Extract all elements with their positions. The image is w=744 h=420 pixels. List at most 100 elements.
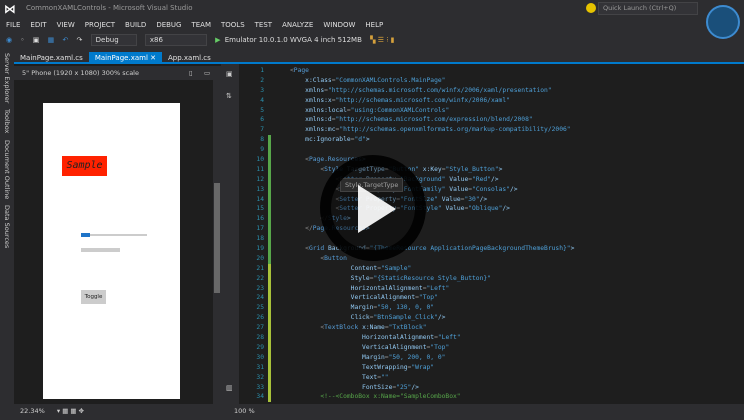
code-line[interactable]: 1 <Page [244,66,744,76]
sample-button-preview[interactable]: Sample [62,156,107,176]
side-tab-document-outline[interactable]: Document Outline [3,140,11,199]
menu-project[interactable]: PROJECT [85,18,115,32]
code-line[interactable]: 11 <Style TargetType="Button" x:Key="Sty… [244,164,744,175]
code-line[interactable]: 14 <Setter Property="FontSize" Value="30… [244,194,744,205]
code-text: <Grid Background="{ThemeResource Applica… [305,245,575,253]
code-line[interactable]: 7 xmlns:mc="http://schemas.openxmlformat… [244,125,744,135]
code-line[interactable]: 10 <Page.Resources> [244,155,744,165]
code-lines[interactable]: 1 <Page 2 x:Class="CommonXAMLControls.Main… [244,66,744,403]
code-text: <TextBlock x:Name="TxtBlock" [320,324,427,332]
code-line[interactable]: 24 VerticalAlignment="Top" [244,293,744,304]
code-line[interactable]: 19 <Grid Background="{ThemeResource Appl… [244,244,744,254]
code-line[interactable]: 33 FontSize="25"/> [244,382,744,393]
change-marker [268,244,271,254]
editor-margin: ▣ ⇅ ▥ [222,64,239,404]
code-line[interactable]: 22 Style="{StaticResource Style_Button}" [244,273,744,284]
code-line[interactable]: 18 [244,234,744,245]
code-line[interactable]: 15 <Setter Property="FontStyle" Value="O… [244,204,744,215]
side-tab-server-explorer[interactable]: Server Explorer [3,53,11,103]
menu-tools[interactable]: TOOLS [221,18,245,32]
save-icon[interactable]: ▣ [33,32,40,49]
change-marker [268,273,271,284]
notification-icon[interactable] [586,3,596,13]
code-line[interactable]: 17 </Page.Resources> [244,224,744,235]
code-line[interactable]: 3 xmlns="http://schemas.microsoft.com/wi… [244,86,744,96]
code-line[interactable]: 30 Margin="50, 200, 0, 0" [244,352,744,363]
undo-icon[interactable]: ↶ [62,32,68,49]
code-line[interactable]: 16 </Style> [244,214,744,225]
code-line[interactable]: 8 mc:Ignorable="d"> [244,135,744,146]
code-line[interactable]: 6 xmlns:d="http://schemas.microsoft.com/… [244,115,744,125]
portrait-icon[interactable]: ▯ [189,66,193,80]
device-selector[interactable]: 5" Phone (1920 x 1080) 300% scale ▯ ▭ [14,66,221,80]
change-marker [268,333,271,343]
code-text: xmlns:local="using:CommonXAMLControls" [305,106,450,114]
close-tab-icon[interactable]: ✕ [148,54,156,62]
save-all-icon[interactable]: ▦ [48,32,55,49]
tab-app-xaml-cs[interactable]: App.xaml.cs [162,52,217,64]
device-select[interactable]: 5" Phone (1920 x 1080) 300% scale [22,69,139,77]
code-line[interactable]: 26 Click="BtnSample_Click"/> [244,313,744,324]
code-line[interactable]: 4 xmlns:x="http://schemas.microsoft.com/… [244,96,744,106]
grid-icons[interactable]: ▾ ▦ ▦ ✥ [57,407,84,415]
configuration-select[interactable]: Debug [90,34,137,46]
menu-test[interactable]: TEST [255,18,272,32]
code-line[interactable]: 13 <Setter Property="FontFamily" Value="… [244,184,744,195]
menu-analyze[interactable]: ANALYZE [282,18,313,32]
quick-launch-input[interactable]: Quick Launch (Ctrl+Q) [598,2,698,15]
menu-view[interactable]: VIEW [57,18,75,32]
code-line[interactable]: 2 x:Class="CommonXAMLControls.MainPage" [244,76,744,86]
run-icon[interactable]: ▶ [215,32,220,49]
back-icon[interactable]: ◉ [6,32,12,49]
code-line[interactable]: 5 xmlns:local="using:CommonXAMLControls" [244,106,744,116]
side-tab-data-sources[interactable]: Data Sources [3,205,11,248]
redo-icon[interactable]: ↷ [77,32,83,49]
code-text: VerticalAlignment="Top" [362,343,450,351]
code-text: HorizontalAlignment="Left" [362,334,461,342]
side-tab-toolbox[interactable]: Toolbox [3,109,11,133]
tab-mainpage-xaml[interactable]: MainPage.xaml ✕ [88,52,162,64]
slider-track[interactable] [81,234,147,236]
swap-icon[interactable]: ⇅ [226,92,232,100]
code-line[interactable]: 21 Content="Sample" [244,263,744,274]
line-number: 3 [260,86,264,94]
designer-zoom-select[interactable]: 22.34% [20,407,45,415]
pane-icon[interactable]: ▥ [226,384,233,392]
code-line[interactable]: 27 <TextBlock x:Name="TxtBlock" [244,323,744,334]
platform-select[interactable]: x86 [144,34,207,46]
play-icon[interactable] [358,185,396,233]
toggle-button-preview[interactable]: Toggle [81,290,106,304]
menu-help[interactable]: HELP [365,18,383,32]
code-line[interactable]: 20 <Button [244,253,744,264]
menu-team[interactable]: TEAM [191,18,211,32]
menu-edit[interactable]: EDIT [30,18,46,32]
code-line[interactable]: 29 VerticalAlignment="Top" [244,342,744,353]
code-text: Click="BtnSample_Click"/> [350,314,446,322]
change-marker [268,362,271,373]
menu-window[interactable]: WINDOW [323,18,355,32]
change-marker [268,283,271,294]
line-number: 4 [260,96,264,104]
code-line[interactable]: 25 Margin="50, 130, 0, 0" [244,303,744,314]
side-tool-tabs: Server Explorer Toolbox Document Outline Da… [0,50,14,402]
code-line[interactable]: 34 <!--<ComboBox x:Name="SampleComboBox" [244,392,744,403]
menu-build[interactable]: BUILD [125,18,146,32]
designer-scroll-thumb[interactable] [214,183,220,293]
menu-debug[interactable]: DEBUG [156,18,181,32]
change-marker [268,263,271,274]
editor-zoom-select[interactable]: 100 % [234,407,255,415]
forward-icon[interactable]: ◦ [20,32,24,49]
code-line[interactable]: 28 HorizontalAlignment="Left" [244,333,744,343]
menu-file[interactable]: FILE [6,18,20,32]
toolbar-icons[interactable]: ▚ ☰ ⁝ ▮ [370,32,394,49]
split-icon[interactable]: ▣ [226,70,233,78]
tab-mainpage-xaml-cs[interactable]: MainPage.xaml.cs [14,52,89,64]
change-marker [268,382,271,393]
code-line[interactable]: 9 [244,145,744,156]
code-line[interactable]: 12 <Setter Property="Background" Value="… [244,174,744,185]
code-line[interactable]: 31 TextWrapping="Wrap" [244,362,744,373]
landscape-icon[interactable]: ▭ [204,66,210,80]
run-target-button[interactable]: Emulator 10.0.1.0 WVGA 4 inch 512MB [225,32,362,49]
code-line[interactable]: 32 Text="" [244,372,744,383]
code-line[interactable]: 23 HorizontalAlignment="Left" [244,283,744,294]
